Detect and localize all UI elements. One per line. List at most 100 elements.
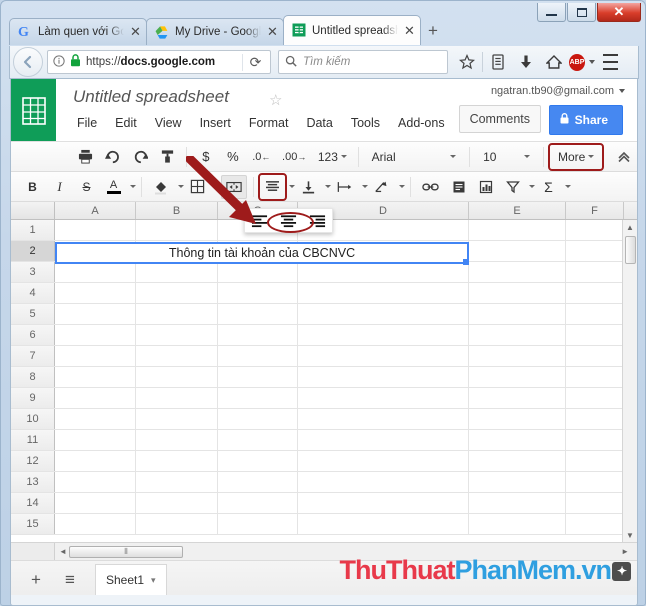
scroll-left-icon[interactable]: ◄ [59,547,67,556]
more-formats-button[interactable]: 123 [313,145,352,169]
scroll-up-icon[interactable]: ▲ [626,220,634,234]
grid-cell[interactable] [218,367,298,387]
chevron-down-icon[interactable] [529,185,535,188]
grid-cell[interactable] [136,325,218,345]
share-button[interactable]: Share [548,105,623,135]
print-button[interactable] [73,145,98,169]
grid-cell[interactable] [469,430,566,450]
grid-cell[interactable] [136,451,218,471]
grid-cell[interactable] [566,304,624,324]
grid-cell[interactable] [136,409,218,429]
grid-cell[interactable] [55,388,136,408]
horizontal-align-button[interactable] [258,172,287,201]
row-header-selected[interactable]: 2 [11,241,55,261]
chevron-down-icon[interactable] [399,185,405,188]
grid-cell[interactable] [469,514,566,534]
chevron-down-icon[interactable] [565,185,571,188]
row-header[interactable]: 12 [11,451,55,471]
filter-button[interactable] [500,175,525,199]
grid-cell[interactable] [218,514,298,534]
grid-cell[interactable] [469,388,566,408]
functions-button[interactable]: Σ [536,175,561,199]
grid-cell[interactable] [469,409,566,429]
grid-cell[interactable] [566,220,624,240]
grid-cell[interactable] [469,262,566,282]
vertical-scroll-thumb[interactable] [624,236,636,264]
reading-list-icon[interactable] [485,49,511,75]
grid-cell[interactable] [566,346,624,366]
grid-cell[interactable] [566,493,624,513]
google-sheets-logo[interactable] [11,79,56,142]
row-header[interactable]: 13 [11,472,55,492]
text-rotation-button[interactable] [369,175,395,199]
hamburger-menu-icon[interactable] [597,49,623,75]
grid-cell[interactable] [469,220,566,240]
grid-cell[interactable] [298,409,469,429]
grid-cell[interactable] [218,451,298,471]
text-color-button[interactable]: A [101,175,126,199]
currency-format-button[interactable]: $ [193,145,218,169]
grid-cell[interactable] [469,451,566,471]
undo-button[interactable] [100,145,126,169]
font-size-select[interactable]: 10 [476,145,537,169]
row-header[interactable]: 1 [11,220,55,240]
text-wrap-button[interactable] [332,175,358,199]
insert-link-button[interactable] [417,175,444,199]
paint-format-button[interactable] [155,145,180,169]
chevron-down-icon[interactable] [325,185,331,188]
grid-cell[interactable] [566,388,624,408]
tab-close-icon[interactable]: ✕ [266,24,279,40]
row-header[interactable]: 6 [11,325,55,345]
grid-cell[interactable] [136,220,218,240]
grid-cell[interactable] [298,472,469,492]
grid-cell[interactable] [298,346,469,366]
menu-tools[interactable]: Tools [342,114,389,132]
grid-cell[interactable] [55,409,136,429]
grid-cell[interactable] [136,430,218,450]
grid-cell[interactable] [55,493,136,513]
grid-cell[interactable] [218,409,298,429]
borders-button[interactable] [185,175,210,199]
scroll-down-icon[interactable]: ▼ [626,528,634,542]
insert-chart-button[interactable] [473,175,498,199]
row-header[interactable]: 4 [11,283,55,303]
chevron-down-icon[interactable] [589,60,595,64]
chevron-down-icon[interactable] [619,89,625,93]
grid-cell[interactable] [566,262,624,282]
grid-cell[interactable] [298,304,469,324]
minimize-button[interactable] [537,3,566,22]
sheet-tab-sheet1[interactable]: Sheet1 ▾ [95,563,167,595]
grid-cell[interactable] [136,514,218,534]
new-tab-button[interactable]: + [428,21,438,45]
grid-cell[interactable] [298,514,469,534]
grid-cell[interactable] [136,346,218,366]
grid-cell[interactable] [218,283,298,303]
grid-cell[interactable] [136,367,218,387]
row-header[interactable]: 9 [11,388,55,408]
font-family-select[interactable]: Arial [365,145,464,169]
fill-color-button[interactable] [148,175,174,199]
grid-cell[interactable] [566,472,624,492]
chevron-down-icon[interactable] [362,185,368,188]
document-title[interactable]: Untitled spreadsheet [73,87,229,107]
grid-cell[interactable] [136,388,218,408]
strikethrough-button[interactable]: S [74,175,99,199]
grid-cell[interactable] [566,430,624,450]
adblock-plus-button[interactable]: ABP [569,49,595,75]
grid-cell[interactable] [298,283,469,303]
browser-tab-1[interactable]: G Làm quen với Go ✕ [9,18,147,45]
grid-cell[interactable] [566,367,624,387]
grid-cell[interactable] [136,472,218,492]
grid-cell[interactable] [469,493,566,513]
back-button[interactable] [13,47,43,77]
row-header[interactable]: 5 [11,304,55,324]
grid-cell[interactable] [136,493,218,513]
select-all-corner[interactable] [11,202,55,219]
browser-tab-3[interactable]: Untitled spreadsh ✕ [283,15,421,45]
grid-cell[interactable] [298,367,469,387]
grid-cell[interactable] [298,262,469,282]
increase-decimal-button[interactable]: .00 → [277,145,311,169]
browser-tab-2[interactable]: My Drive - Googl ✕ [146,18,284,45]
more-toolbar-button[interactable]: More [548,142,604,171]
menu-addons[interactable]: Add-ons [389,114,454,132]
